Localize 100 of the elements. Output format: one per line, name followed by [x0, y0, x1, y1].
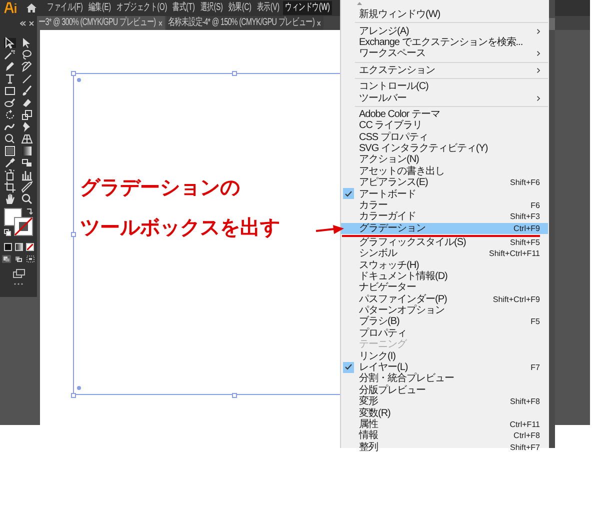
menu-entry[interactable]: パスファインダー(P) Shift+Ctrl+F9 — [341, 293, 548, 305]
blob-brush-icon[interactable] — [4, 98, 16, 108]
selection-handle — [71, 232, 76, 237]
rectangle-tool-icon[interactable] — [4, 86, 16, 96]
eyedropper-icon[interactable] — [4, 158, 16, 168]
selection-arrow-icon[interactable] — [4, 38, 16, 48]
menu-entry[interactable]: 属性 Ctrl+F11 — [341, 418, 548, 430]
menu-entry[interactable]: ワークスペース — [341, 48, 548, 60]
menu-entry[interactable]: Adobe Color テーマ — [341, 108, 548, 120]
scale-icon[interactable] — [21, 110, 33, 120]
menu-entry[interactable]: リンク(I) — [341, 350, 548, 362]
hand-icon[interactable] — [4, 194, 16, 204]
menu-entry[interactable]: アピアランス(E) Shift+F6 — [341, 177, 548, 188]
annotation-text: ツールボックスを出す — [80, 216, 280, 240]
menu-label: グラデーション — [359, 222, 426, 234]
menu-entry[interactable]: 変数(R) — [341, 407, 548, 419]
draw-behind-icon[interactable] — [14, 255, 23, 263]
bar-graph-icon[interactable] — [21, 170, 33, 180]
collapse-icon[interactable] — [20, 20, 26, 26]
shortcut-text: Shift+F6 — [510, 177, 540, 188]
artboard-tool-icon[interactable] — [4, 182, 16, 192]
menu-entry[interactable]: ブラシ(B) F5 — [341, 316, 548, 328]
type-tool-icon[interactable] — [4, 74, 16, 84]
menu-entry[interactable]: CSS プロパティ — [341, 132, 548, 143]
menu-entry[interactable]: ツールバー — [341, 92, 548, 104]
document-tab[interactable]: ー3* @ 300% (CMYK/GPU プレビュー) — [37, 16, 166, 30]
menu-item[interactable]: 書式(T) — [170, 1, 197, 15]
blend-icon[interactable] — [21, 158, 33, 168]
rotate-icon[interactable] — [4, 110, 16, 120]
line-tool-icon[interactable] — [21, 74, 33, 84]
search-icon[interactable] — [21, 194, 33, 204]
warp-icon[interactable] — [4, 122, 16, 132]
pen-icon[interactable] — [4, 62, 16, 72]
menu-label: グラフィックスタイル(S) — [359, 236, 466, 248]
close-icon[interactable] — [29, 20, 34, 26]
menu-entry[interactable]: グラフィックスタイル(S) Shift+F5 — [341, 236, 548, 248]
menu-item[interactable]: 効果(C) — [226, 1, 254, 15]
knife-icon[interactable] — [21, 182, 33, 192]
menu-entry[interactable]: エクステンション — [341, 64, 548, 76]
scrollbar[interactable] — [549, 0, 555, 448]
pin-icon[interactable] — [21, 122, 33, 132]
gradient-mode-icon[interactable] — [14, 243, 22, 251]
document-tab[interactable]: 名称未設定-4* @ 150% (CMYK/GPU プレビュー) — [166, 16, 324, 30]
menu-entry[interactable]: カラーガイド Shift+F3 — [341, 211, 548, 223]
menu-entry[interactable]: レイヤー(L) F7 — [341, 362, 548, 374]
shortcut-text: Shift+F7 — [510, 442, 540, 453]
close-tab-icon[interactable] — [317, 20, 321, 26]
menu-entry[interactable]: アセットの書き出し — [341, 166, 548, 178]
menu-entry[interactable]: ドキュメント情報(D) — [341, 270, 548, 282]
perspective-grid-icon[interactable] — [21, 134, 33, 144]
magic-wand-icon[interactable] — [4, 50, 16, 60]
default-colors-icon[interactable] — [4, 229, 10, 236]
menu-entry[interactable]: SVG インタラクティビティ(Y) — [341, 142, 548, 154]
menu-item[interactable]: 選択(S) — [198, 1, 225, 15]
menu-entry[interactable]: 新規ウィンドウ(W) — [341, 9, 548, 20]
menu-entry[interactable]: スウォッチ(H) — [341, 259, 548, 271]
menu-entry[interactable]: コントロール(C) — [341, 80, 548, 92]
menu-entry[interactable]: CC ライブラリ — [341, 120, 548, 132]
menu-entry[interactable]: 整列 Shift+F7 — [341, 442, 548, 453]
menu-entry[interactable]: カラー F6 — [341, 200, 548, 212]
symbol-sprayer-icon[interactable] — [4, 170, 16, 180]
menu-entry[interactable]: シンボル Shift+Ctrl+F11 — [341, 248, 548, 260]
menu-entry[interactable]: ナビゲーター — [341, 282, 548, 294]
annotation-text: グラデーションの — [80, 176, 241, 200]
menu-entry[interactable]: アレンジ(A) — [341, 25, 548, 37]
none-mode-icon[interactable] — [26, 243, 34, 251]
close-tab-icon[interactable] — [158, 20, 162, 26]
menu-item[interactable]: ウィンドウ(W) — [282, 1, 332, 15]
menu-item[interactable]: 表示(V) — [254, 1, 282, 15]
lasso-icon[interactable] — [21, 50, 33, 60]
menu-entry[interactable]: Exchange でエクステンションを検索... — [341, 36, 548, 48]
menu-label: アートボード — [359, 188, 416, 200]
draw-normal-icon[interactable] — [2, 255, 11, 263]
swap-icon[interactable] — [26, 208, 32, 215]
draw-inside-icon[interactable] — [26, 255, 35, 263]
menu-label: エクステンション — [359, 64, 435, 76]
menu-entry[interactable]: グラデーション Ctrl+F9 — [341, 222, 548, 234]
menu-entry[interactable]: アートボード — [341, 188, 548, 200]
gradient-tool-icon[interactable] — [21, 146, 33, 156]
menu-label: パスファインダー(P) — [359, 294, 447, 305]
menu-item[interactable]: オブジェクト(O) — [114, 1, 170, 15]
home-icon[interactable] — [26, 3, 37, 13]
screen-mode-icon[interactable] — [12, 269, 24, 278]
menu-entry[interactable]: パターンオプション — [341, 304, 548, 316]
eraser-icon[interactable] — [21, 98, 33, 108]
menu-entry[interactable]: 変形 Shift+F8 — [341, 396, 548, 408]
menu-label: アレンジ(A) — [359, 26, 409, 37]
menu-entry[interactable]: プロパティ — [341, 328, 548, 340]
menu-item[interactable]: ファイル(F) — [45, 1, 85, 15]
paintbrush-icon[interactable] — [21, 86, 33, 96]
menu-entry[interactable]: 情報 Ctrl+F8 — [341, 430, 548, 442]
curvature-pen-icon[interactable] — [21, 62, 33, 72]
menu-label: テーニング — [359, 339, 406, 350]
menu-entry[interactable]: 分版プレビュー — [341, 384, 548, 396]
mesh-icon[interactable] — [4, 146, 16, 156]
color-mode-icon[interactable] — [4, 243, 12, 251]
menu-entry[interactable]: 分割・統合プレビュー — [341, 373, 548, 385]
menu-item[interactable]: 編集(E) — [86, 1, 114, 15]
fill-stroke-drawing[interactable] — [4, 208, 32, 236]
menu-entry[interactable]: アクション(N) — [341, 154, 548, 166]
